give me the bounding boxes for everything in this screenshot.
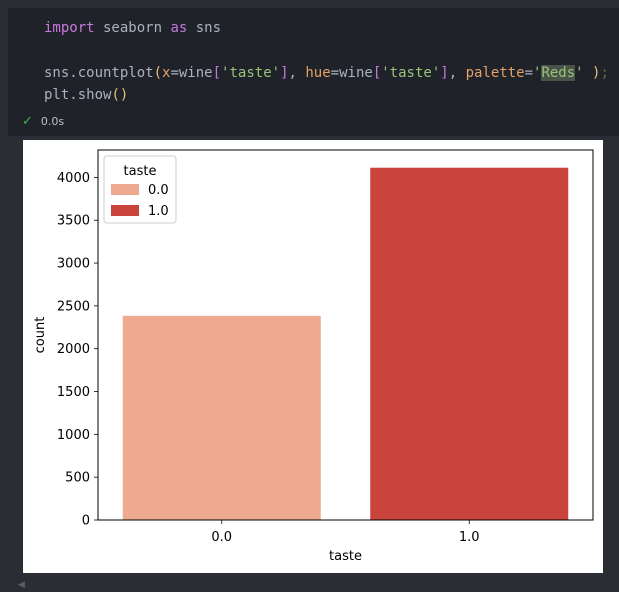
close-bracket: ] <box>280 65 289 81</box>
quote: ' <box>575 65 584 81</box>
function-call: sns.countplot <box>44 65 154 81</box>
bar-0.0 <box>122 315 321 520</box>
keyword-import: import <box>44 20 95 36</box>
code-line-show: plt.show() <box>44 87 128 103</box>
comma: , <box>448 65 466 81</box>
string-literal: 'taste' <box>381 65 441 81</box>
y-tick-label: 4000 <box>57 171 90 186</box>
x-axis-label: taste <box>329 549 362 564</box>
string-literal: 'taste' <box>221 65 281 81</box>
semicolon: ; <box>600 65 609 81</box>
y-tick-label: 3500 <box>57 214 90 229</box>
open-paren: ( <box>153 65 163 81</box>
string-literal-highlighted: Reds <box>541 65 576 81</box>
code-line-countplot: sns.countplot(x=wine['taste'], hue=wine[… <box>44 65 609 81</box>
y-tick-label: 1000 <box>57 428 90 443</box>
parens: () <box>111 87 129 103</box>
open-bracket: [ <box>212 65 222 81</box>
countplot-chart: 0.0 1.0 0 500 1000 1500 2000 2500 3000 3500 4000 ta… <box>33 149 594 564</box>
module-name: seaborn <box>94 20 171 36</box>
check-icon: ✓ <box>22 114 33 129</box>
legend-label-1.0: 1.0 <box>148 204 169 219</box>
arg-hue: =wine <box>330 65 373 81</box>
y-tick-label: 2000 <box>57 342 90 357</box>
open-bracket: [ <box>372 65 382 81</box>
equals: = <box>524 65 534 81</box>
param-palette: palette <box>465 65 525 81</box>
output-area: 0.0 1.0 0 500 1000 1500 2000 2500 3000 3500 4000 ta… <box>23 140 603 573</box>
y-tick-label: 1500 <box>57 385 90 400</box>
execution-time: 0.0s <box>40 115 65 128</box>
legend-label-0.0: 0.0 <box>148 183 169 198</box>
legend-title: taste <box>124 164 157 179</box>
y-axis-label: count <box>33 317 48 354</box>
function-call: plt.show <box>44 87 112 103</box>
comma: , <box>288 65 306 81</box>
x-tick-label: 0.0 <box>211 530 232 545</box>
y-tick-label: 3000 <box>57 257 90 272</box>
param-hue: hue <box>305 65 331 81</box>
keyword-as: as <box>170 20 188 36</box>
code-line-import: import seaborn as sns <box>44 20 221 36</box>
execution-status: ✓ 0.0s <box>22 114 64 129</box>
legend-swatch-0.0 <box>111 184 139 195</box>
x-tick-label: 1.0 <box>459 530 480 545</box>
scroll-left-icon[interactable]: ◀ <box>18 580 25 590</box>
y-tick-label: 500 <box>65 471 90 486</box>
bar-1.0 <box>370 167 569 520</box>
y-tick-label: 0 <box>82 514 90 529</box>
close-bracket: ] <box>440 65 449 81</box>
module-alias: sns <box>187 20 222 36</box>
y-tick-label: 2500 <box>57 299 90 314</box>
legend-swatch-1.0 <box>111 205 139 216</box>
arg-x: =wine <box>170 65 213 81</box>
code-cell[interactable]: import seaborn as sns sns.countplot(x=wi… <box>8 8 619 136</box>
